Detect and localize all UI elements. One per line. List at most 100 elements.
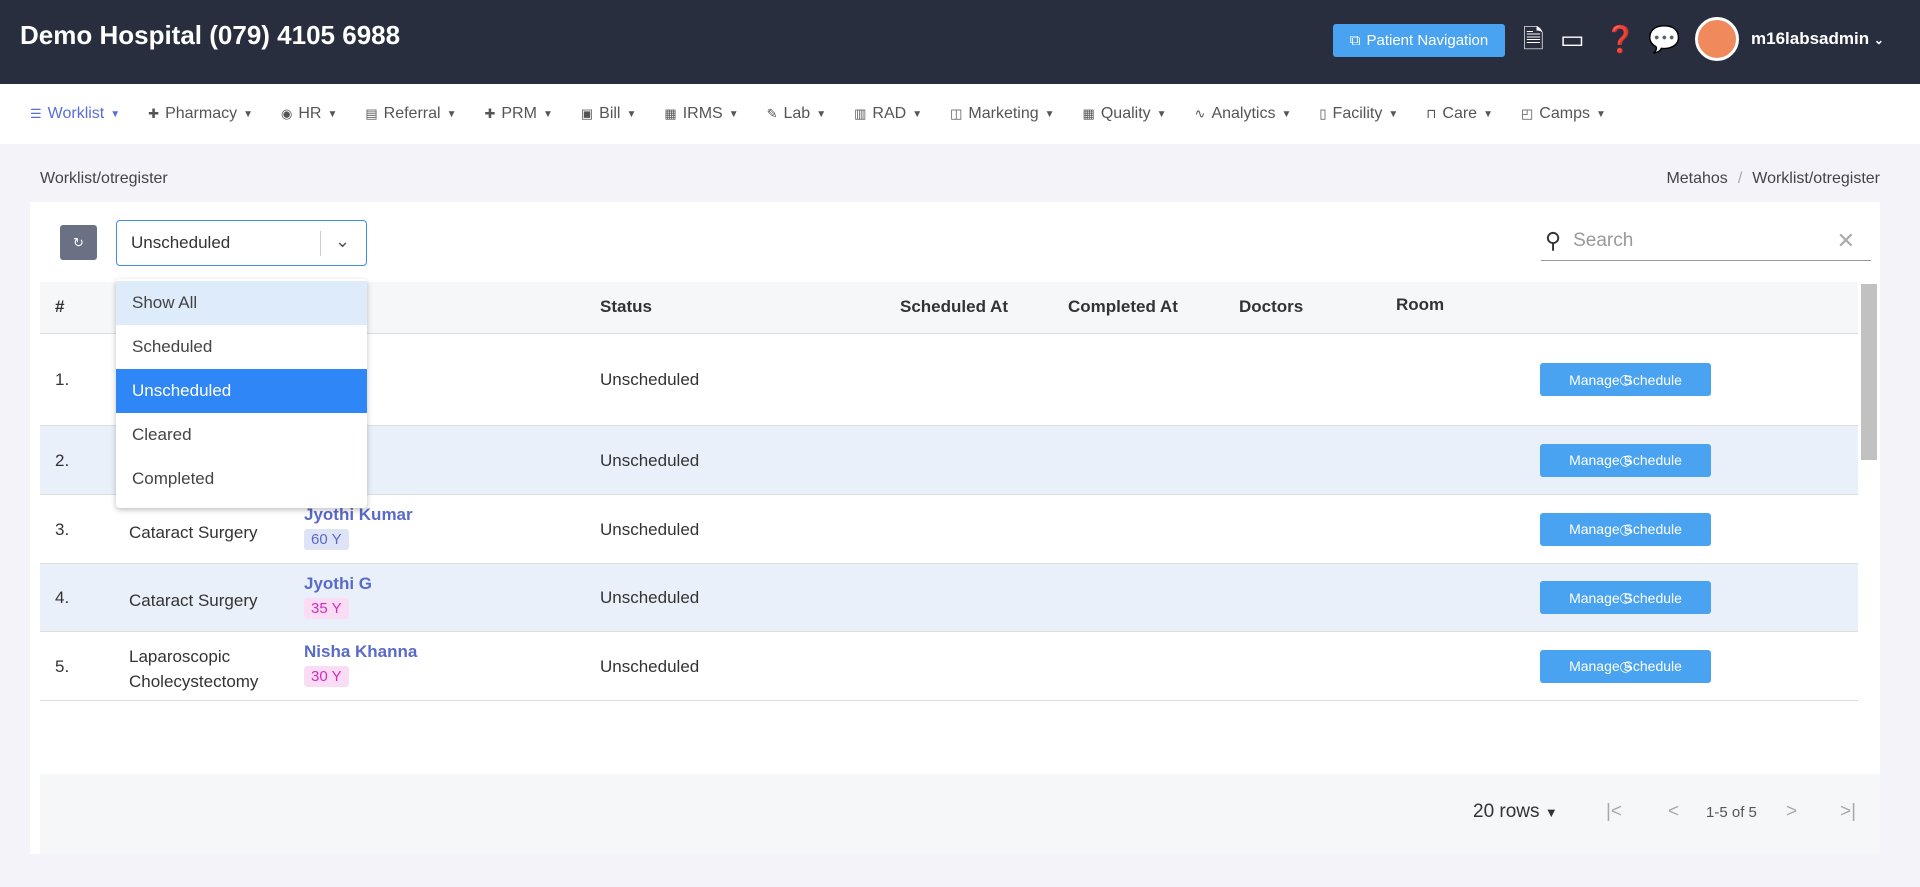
nav-item-hr[interactable]: ◉ HR ▼ [281, 105, 337, 123]
caret-down-icon: ▼ [728, 108, 739, 120]
status: Unscheduled [600, 656, 700, 676]
last-page-icon[interactable]: >| [1840, 801, 1856, 823]
search-icon: ⚲ [1545, 228, 1562, 253]
nav-item-bill[interactable]: ▣ Bill ▼ [581, 105, 637, 123]
caret-down-icon: ▼ [1483, 108, 1493, 120]
caret-down-icon: ▼ [1388, 108, 1399, 120]
col-room[interactable]: Room [1396, 295, 1444, 315]
bed-icon: ⊓ [1426, 106, 1437, 121]
nav-item-rad[interactable]: ▥ RAD ▼ [854, 105, 922, 123]
col-doctors[interactable]: Doctors [1239, 297, 1303, 317]
plus-icon: ✚ [484, 106, 496, 121]
caret-down-icon: ▼ [243, 108, 253, 120]
manage-schedule-button[interactable]: ◷ Manage Schedule [1540, 649, 1711, 683]
user-menu[interactable]: m16labsadmin ⌄ [1751, 29, 1884, 49]
refresh-button[interactable]: ↻ [60, 225, 97, 260]
film-icon: ▥ [854, 106, 867, 121]
id-icon: ▤ [365, 106, 378, 121]
chevron-down-icon: ⌄ [335, 231, 351, 251]
window-icon[interactable]: ▭ [1560, 24, 1585, 54]
caret-down-icon: ▼ [1156, 108, 1167, 120]
row-number: 1. [55, 370, 70, 389]
table-row: 5. Laparoscopic Cholecystectomy Nisha Kh… [40, 632, 1858, 701]
prev-page-icon[interactable]: < [1668, 801, 1679, 823]
caret-down-icon: ▼ [110, 108, 121, 120]
caret-down-icon: ▼ [912, 108, 923, 120]
manage-schedule-button[interactable]: ◷ Manage Schedule [1540, 512, 1711, 546]
main-nav: ☰ Worklist ▼ ✚ Pharmacy ▼ ◉ HR ▼ ▤ Referral ▼ ✚ PRM ▼ ▣… [0, 84, 1920, 144]
nav-item-analytics[interactable]: ∿ Analytics ▼ [1195, 105, 1292, 123]
patient-name[interactable]: Jyothi G [304, 574, 372, 594]
nav-item-referral[interactable]: ▤ Referral ▼ [365, 105, 456, 123]
rows-per-page[interactable]: 20 rows ▼ [1473, 801, 1558, 823]
page-title: Worklist/otregister [40, 170, 168, 187]
caret-down-icon: ▼ [626, 108, 637, 120]
row-number: 4. [55, 588, 70, 607]
col-scheduled-at[interactable]: Scheduled At [900, 297, 1008, 317]
breadcrumb-current: Worklist/otregister [1752, 170, 1880, 187]
option-scheduled[interactable]: Scheduled [116, 325, 367, 369]
procedure: Cataract Surgery [129, 591, 258, 610]
nav-item-worklist[interactable]: ☰ Worklist ▼ [30, 105, 120, 123]
caret-down-icon: ▼ [542, 108, 553, 120]
col-completed-at[interactable]: Completed At [1068, 297, 1178, 317]
caret-down-icon: ▼ [327, 108, 338, 120]
patient-name[interactable]: Jyothi Kumar [304, 505, 413, 525]
manage-schedule-button[interactable]: ◷ Manage Schedule [1540, 443, 1711, 477]
patient-navigation-button[interactable]: ⧉ Patient Navigation [1333, 24, 1505, 57]
status: Unscheduled [600, 450, 700, 470]
nav-item-prm[interactable]: ✚ PRM ▼ [484, 105, 552, 123]
word-document-icon[interactable]: 🗎 [1523, 24, 1544, 54]
hospital-title: Demo Hospital (079) 4105 6988 [20, 20, 401, 50]
search-input[interactable]: Search [1573, 230, 1633, 252]
nav-item-pharmacy[interactable]: ✚ Pharmacy ▼ [148, 105, 253, 123]
option-show-all[interactable]: Show All [116, 281, 367, 325]
scrollbar[interactable] [1861, 284, 1877, 460]
pulse-icon: ∿ [1194, 106, 1206, 121]
nav-item-camps[interactable]: ◰ Camps ▼ [1521, 105, 1606, 123]
nav-item-facility[interactable]: ▯ Facility ▼ [1319, 105, 1398, 123]
refresh-icon: ↻ [73, 234, 84, 250]
option-completed[interactable]: Completed [116, 457, 367, 501]
card-icon: ▦ [664, 106, 677, 121]
status-filter-select[interactable]: Unscheduled ⌄ [116, 220, 367, 266]
page-range: 1-5 of 5 [1706, 804, 1757, 821]
row-number: 2. [55, 450, 70, 470]
manage-schedule-button[interactable]: ◷ Manage Schedule [1540, 363, 1711, 396]
clear-icon[interactable]: ✕ [1837, 228, 1855, 254]
chat-icon[interactable]: 💬 [1648, 24, 1680, 54]
first-page-icon[interactable]: |< [1606, 801, 1622, 823]
chevron-down-icon: ⌄ [1873, 33, 1884, 47]
status-dropdown-menu: Show All Scheduled Unscheduled Cleared C… [116, 279, 367, 508]
search-field[interactable]: ⚲ Search ✕ [1541, 222, 1871, 261]
bag-icon: ◫ [950, 106, 963, 121]
row-number: 3. [55, 519, 70, 539]
caret-down-icon: ▼ [1595, 108, 1606, 120]
next-page-icon[interactable]: > [1786, 801, 1797, 823]
caret-down-icon: ▼ [446, 108, 457, 120]
option-cleared[interactable]: Cleared [116, 413, 367, 457]
row-number: 5. [55, 656, 70, 676]
help-icon[interactable]: ❓ [1604, 24, 1636, 54]
col-status[interactable]: Status [600, 297, 652, 317]
nav-item-care[interactable]: ⊓ Care ▼ [1426, 105, 1493, 123]
nav-item-marketing[interactable]: ◫ Marketing ▼ [950, 105, 1054, 123]
plus-icon: ✚ [148, 106, 160, 121]
table-row: 4. Cataract Surgery Jyothi G 35 Y Unsched… [40, 564, 1858, 632]
option-unscheduled[interactable]: Unscheduled [116, 369, 367, 413]
manage-schedule-button[interactable]: ◷ Manage Schedule [1540, 581, 1711, 614]
pen-icon: ✎ [766, 106, 778, 121]
status: Unscheduled [600, 588, 700, 607]
nav-item-lab[interactable]: ✎ Lab ▼ [767, 105, 827, 123]
procedure: Laparoscopic Cholecystectomy [129, 647, 259, 691]
nav-item-irms[interactable]: ▦ IRMS ▼ [664, 105, 738, 123]
top-bar: Demo Hospital (079) 4105 6988 ⧉ Patient N… [0, 0, 1920, 84]
patient-name[interactable]: Nisha Khanna [304, 642, 417, 662]
pagination: 20 rows ▼ |< < 1-5 of 5 > >| [40, 774, 1880, 854]
building-icon: ▯ [1319, 106, 1327, 121]
avatar[interactable] [1695, 17, 1739, 61]
caret-down-icon: ▼ [816, 108, 827, 120]
procedure: Cataract Surgery [129, 522, 258, 542]
nav-item-quality[interactable]: ▦ Quality ▼ [1083, 105, 1167, 123]
breadcrumb-root[interactable]: Metahos [1666, 170, 1727, 187]
